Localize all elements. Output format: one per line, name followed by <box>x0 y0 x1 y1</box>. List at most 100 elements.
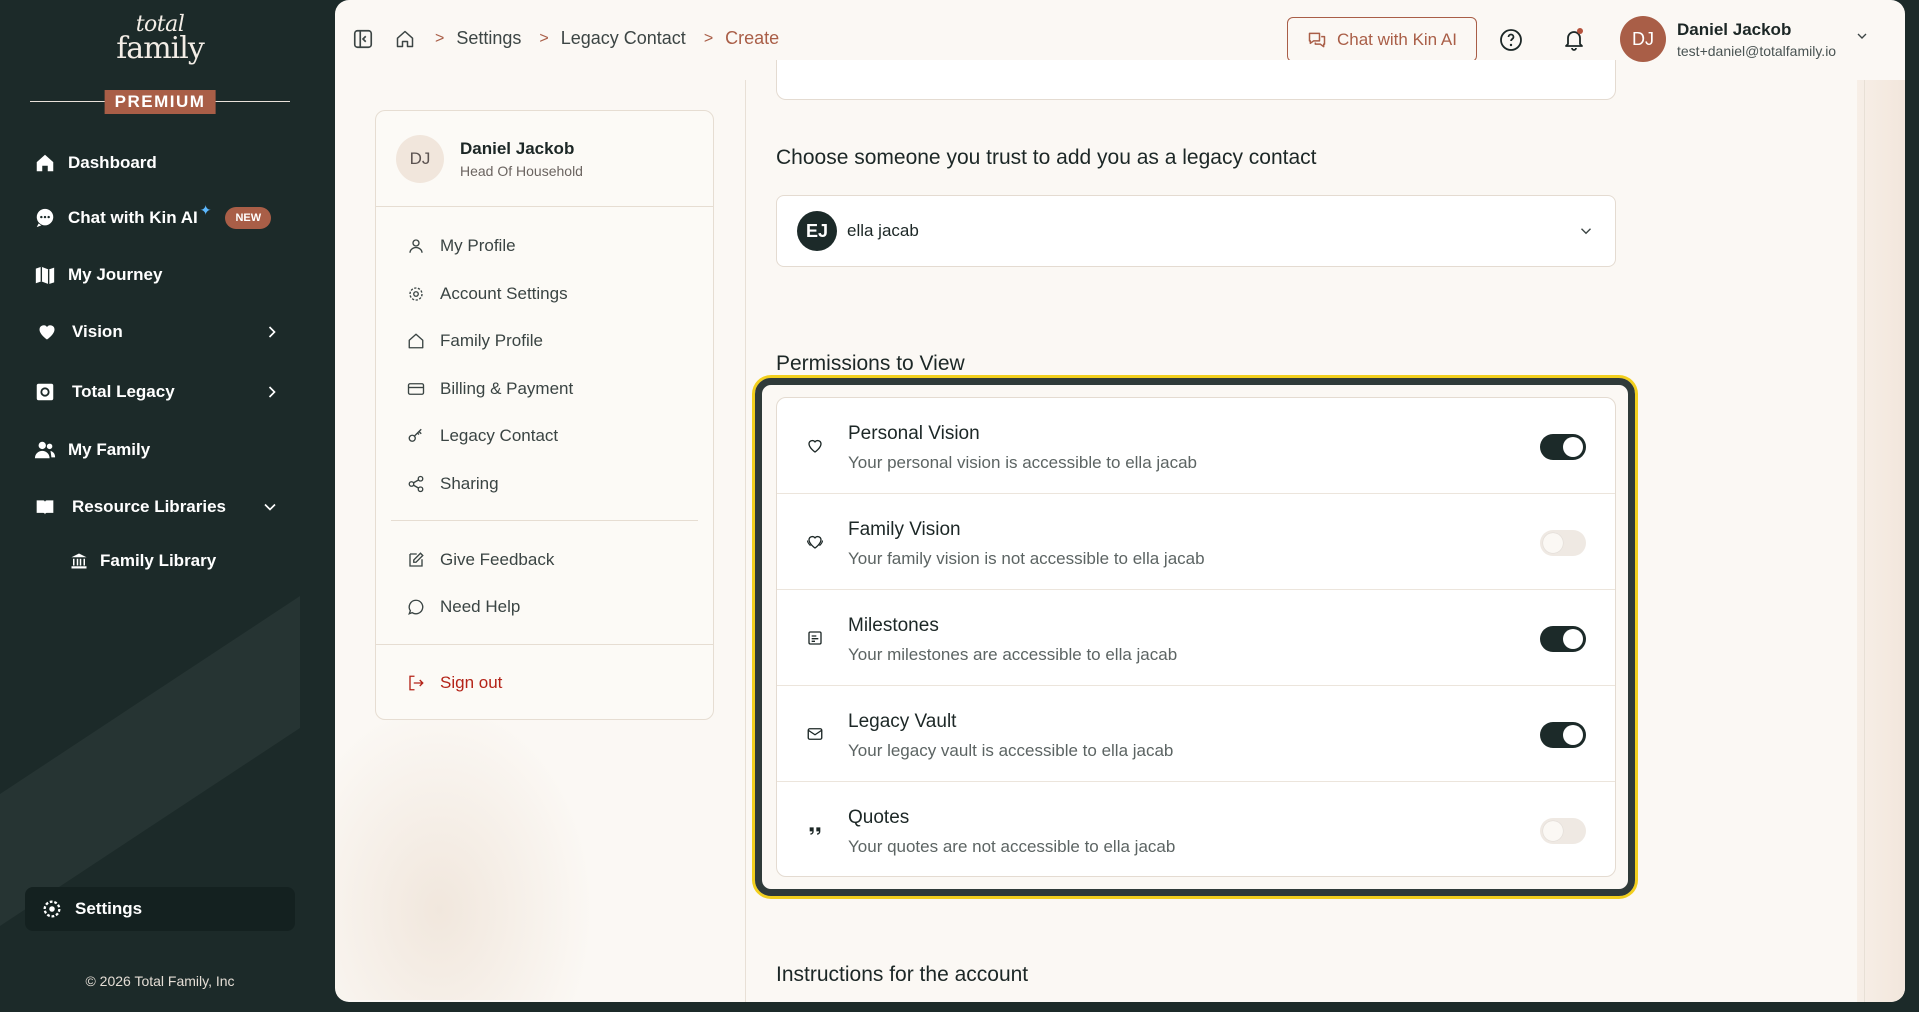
instructions-heading: Instructions for the account <box>776 963 1029 986</box>
nav-resource-libraries[interactable]: Resource Libraries <box>34 493 276 521</box>
permission-title: Milestones <box>848 615 939 636</box>
menu-give-feedback[interactable]: Give Feedback <box>406 548 554 572</box>
permission-quotes: Quotes Your quotes are not accessible to… <box>777 782 1615 876</box>
legacy-vault-toggle[interactable] <box>1540 722 1586 748</box>
home-icon[interactable] <box>394 28 416 50</box>
permission-description: Your family vision is not accessible to … <box>848 549 1205 568</box>
family-vision-toggle[interactable] <box>1540 530 1586 556</box>
previous-field[interactable] <box>776 60 1616 100</box>
nav-family-library[interactable]: Family Library <box>70 547 216 575</box>
sidebar-decoration <box>0 596 300 926</box>
nav-label: Chat with Kin AI <box>68 208 198 227</box>
avatar: DJ <box>1620 16 1666 62</box>
user-email: test+daniel@totalfamily.io <box>1677 42 1837 59</box>
logo[interactable]: total family <box>0 14 320 66</box>
menu-sharing[interactable]: Sharing <box>406 472 499 496</box>
chevron-down-icon <box>1854 28 1870 49</box>
nav-label: Settings <box>75 899 143 918</box>
chevron-right-icon <box>262 382 282 402</box>
nav-settings[interactable]: Settings <box>25 887 295 931</box>
permission-description: Your milestones are accessible to ella j… <box>848 645 1178 664</box>
heart-icon <box>36 321 58 343</box>
menu-label: My Profile <box>440 236 516 255</box>
nav-label: Resource Libraries <box>72 497 227 516</box>
divider <box>376 644 713 645</box>
permission-description: Your quotes are not accessible to ella j… <box>848 837 1176 856</box>
home-icon <box>406 331 426 351</box>
divider <box>391 520 698 521</box>
permission-title: Personal Vision <box>848 423 980 444</box>
menu-account-settings[interactable]: Account Settings <box>406 282 568 306</box>
user-icon <box>406 236 426 256</box>
profile-card: DJ Daniel Jackob Head Of Household My Pr… <box>375 110 714 720</box>
premium-row: PREMIUM <box>30 90 290 114</box>
key-icon <box>406 426 426 446</box>
menu-need-help[interactable]: Need Help <box>406 595 520 619</box>
premium-badge: PREMIUM <box>104 90 216 114</box>
profile-name: Daniel Jackob <box>460 138 575 158</box>
personal-vision-toggle[interactable] <box>1540 434 1586 460</box>
menu-label: Family Profile <box>440 331 543 350</box>
breadcrumb-legacy-contact[interactable]: Legacy Contact <box>561 28 686 49</box>
menu-family-profile[interactable]: Family Profile <box>406 329 543 353</box>
chevron-right-icon <box>262 322 282 342</box>
gear-icon <box>41 898 63 920</box>
permission-title: Family Vision <box>848 519 961 540</box>
book-icon <box>34 496 56 518</box>
menu-billing-payment[interactable]: Billing & Payment <box>406 377 573 401</box>
chevron-right-icon: > <box>703 29 714 47</box>
permission-personal-vision: Personal Vision Your personal vision is … <box>777 398 1615 494</box>
quotes-toggle[interactable] <box>1540 818 1586 844</box>
credit-card-icon <box>406 379 426 399</box>
menu-legacy-contact[interactable]: Legacy Contact <box>406 424 558 448</box>
menu-label: Billing & Payment <box>440 379 574 398</box>
envelope-icon <box>804 723 826 745</box>
chat-kin-ai-button[interactable]: Chat with Kin AI <box>1287 17 1477 62</box>
gear-icon <box>406 284 426 304</box>
sidebar: total family PREMIUM Dashboard Chat with… <box>0 0 335 1012</box>
avatar: DJ <box>396 134 444 183</box>
nav-label: Vision <box>72 322 123 341</box>
menu-label: Sign out <box>440 673 503 692</box>
permission-title: Quotes <box>848 807 910 828</box>
breadcrumb-settings[interactable]: Settings <box>456 28 521 49</box>
breadcrumb: > Settings > Legacy Contact > Create <box>435 28 779 49</box>
nav-label: Family Library <box>100 551 217 570</box>
sign-out-button[interactable]: Sign out <box>406 671 502 695</box>
sparkle-icon: ✦ <box>199 201 212 218</box>
family-heart-icon <box>804 531 826 553</box>
permission-legacy-vault: Legacy Vault Your legacy vault is access… <box>777 686 1615 782</box>
chat-button-label: Chat with Kin AI <box>1336 29 1457 49</box>
home-icon <box>34 152 56 174</box>
chevron-down-icon <box>1577 222 1595 245</box>
vault-icon <box>34 381 56 403</box>
nav-vision[interactable]: Vision <box>36 318 276 346</box>
user-menu[interactable]: DJ Daniel Jackob test+daniel@totalfamily… <box>1620 16 1870 62</box>
menu-my-profile[interactable]: My Profile <box>406 234 516 258</box>
copyright: © 2026 Total Family, Inc <box>85 973 235 989</box>
permission-family-vision: Family Vision Your family vision is not … <box>777 494 1615 590</box>
sidebar-toggle-icon[interactable] <box>352 28 374 50</box>
nav-dashboard[interactable]: Dashboard <box>34 149 157 177</box>
legacy-contact-select[interactable]: EJ ella jacab <box>776 195 1616 267</box>
profile-role: Head Of Household <box>460 162 583 179</box>
menu-label: Sharing <box>440 474 499 493</box>
logo-line2: family <box>116 31 205 66</box>
chevron-right-icon: > <box>435 29 445 47</box>
column-divider <box>745 80 746 1002</box>
chat-bubble-icon <box>34 207 56 229</box>
nav-label: My Journey <box>68 265 163 284</box>
nav-my-family[interactable]: My Family <box>34 436 150 464</box>
bell-icon[interactable] <box>1562 27 1586 51</box>
share-icon <box>406 474 426 494</box>
selected-contact-name: ella jacab <box>847 221 919 240</box>
milestones-toggle[interactable] <box>1540 626 1586 652</box>
help-icon[interactable] <box>1499 28 1523 52</box>
nav-my-journey[interactable]: My Journey <box>34 261 162 289</box>
chat-bubble-icon <box>406 597 426 617</box>
menu-label: Give Feedback <box>440 550 555 569</box>
nav-chat-kin-ai[interactable]: Chat with Kin AI ✦ NEW <box>34 201 272 232</box>
nav-total-legacy[interactable]: Total Legacy <box>34 378 276 406</box>
avatar: EJ <box>797 211 837 251</box>
nav-label: Total Legacy <box>72 382 175 401</box>
